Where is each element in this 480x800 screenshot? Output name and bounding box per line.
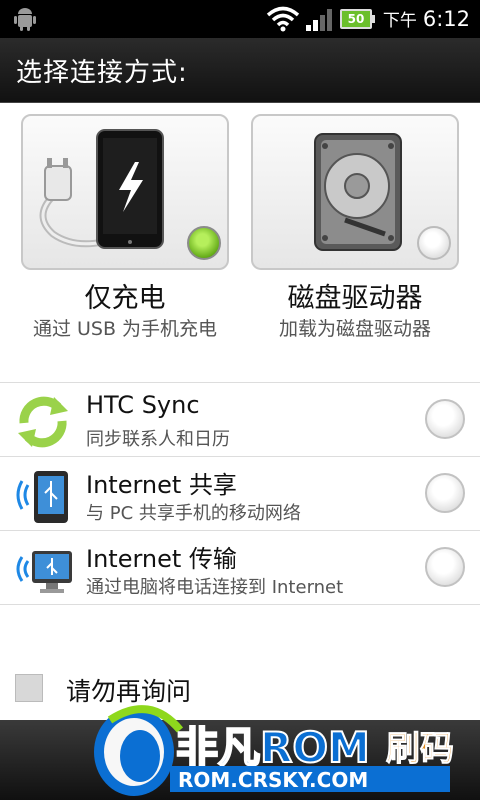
charge-only-card[interactable] (21, 114, 229, 270)
watermark-suffix: 刷码 (386, 729, 454, 769)
internet-sharing-radio[interactable] (425, 473, 465, 513)
watermark-brand: 非凡ROM (176, 723, 370, 772)
page-title: 选择连接方式: (16, 58, 188, 88)
battery-icon: 50 (340, 9, 375, 29)
disk-drive-subtitle: 加载为磁盘驱动器 (278, 318, 431, 340)
internet-sharing-subtitle: 与 PC 共享手机的移动网络 (86, 503, 301, 524)
disk-drive-card[interactable] (251, 114, 459, 270)
watermark-url: ROM.CRSKY.COM (178, 768, 368, 792)
internet-pass-through-subtitle: 通过电脑将电话连接到 Internet (86, 577, 344, 598)
internet-pass-through-title: Internet 传输 (86, 545, 237, 573)
clock-time: 6:12 (422, 7, 470, 31)
htc-sync-radio[interactable] (425, 399, 465, 439)
htc-sync-subtitle: 同步联系人和日历 (86, 429, 230, 450)
phone-tethering-icon (16, 471, 68, 523)
clock-ampm: 下午 (382, 11, 417, 31)
battery-level: 50 (347, 12, 365, 26)
charge-only-subtitle: 通过 USB 为手机充电 (32, 318, 218, 340)
internet-pass-through-radio[interactable] (425, 547, 465, 587)
disk-drive-radio[interactable] (417, 226, 451, 260)
charge-only-radio[interactable] (187, 226, 221, 260)
pc-internet-icon (16, 551, 72, 593)
clock: 下午 6:12 (383, 6, 470, 34)
android-debug-icon (14, 8, 36, 31)
title-bar: 选择连接方式: (0, 38, 480, 103)
option-htc-sync[interactable]: HTC Sync 同步联系人和日历 (0, 382, 480, 457)
dont-ask-checkbox[interactable] (15, 674, 43, 702)
htc-sync-title: HTC Sync (86, 391, 200, 419)
signal-strength-icon (306, 9, 332, 31)
disk-drive-title: 磁盘驱动器 (287, 283, 423, 314)
watermark-logo: 非凡ROM 刷码 ROM.CRSKY.COM (94, 705, 455, 796)
charge-only-title: 仅充电 (84, 283, 166, 314)
sync-icon (18, 396, 68, 448)
status-bar: 50 下午 6:12 (0, 0, 480, 38)
internet-sharing-title: Internet 共享 (86, 471, 237, 499)
option-internet-pass-through[interactable]: Internet 传输 通过电脑将电话连接到 Internet (0, 530, 480, 605)
wifi-icon (266, 6, 300, 32)
list-divider (0, 604, 480, 605)
option-internet-sharing[interactable]: Internet 共享 与 PC 共享手机的移动网络 (0, 456, 480, 531)
